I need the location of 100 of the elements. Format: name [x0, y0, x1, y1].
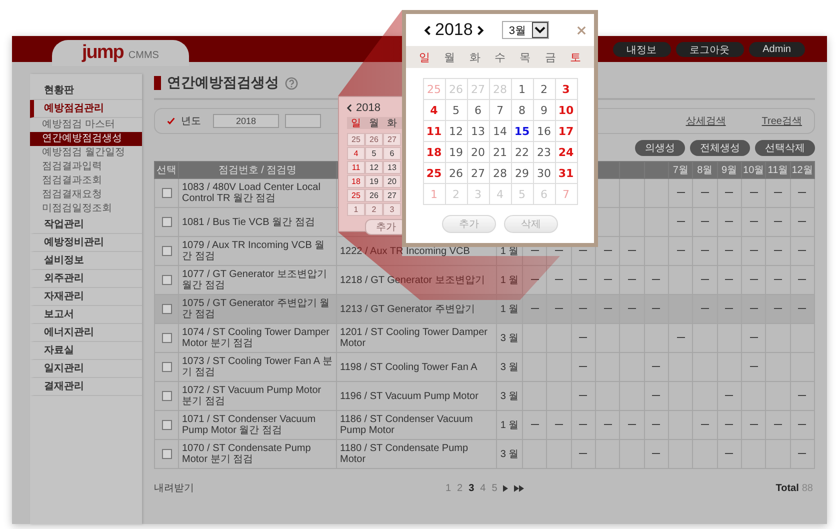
row-checkbox[interactable]: [162, 362, 172, 372]
calendar-day[interactable]: 30: [534, 163, 556, 184]
sidebar-subitem[interactable]: 예방점검 마스터: [30, 118, 142, 132]
weekday-label: 일: [350, 117, 362, 130]
action-button[interactable]: 의생성: [635, 140, 685, 156]
calendar-day[interactable]: 11: [424, 121, 446, 142]
calendar-day[interactable]: 8: [512, 100, 534, 121]
search-link[interactable]: 상세검색: [686, 114, 726, 128]
table-cell: 3 월: [496, 352, 522, 382]
year-input[interactable]: 2018: [213, 114, 279, 128]
calendar-day[interactable]: 26: [446, 163, 468, 184]
sidebar-item[interactable]: 에너지관리: [30, 324, 142, 342]
product-name: CMMS: [128, 50, 159, 61]
action-button[interactable]: 전체생성: [690, 140, 750, 156]
header-button[interactable]: Admin: [748, 42, 805, 56]
table-cell: 1073 / ST Cooling Tower Fan A 분기 점검: [178, 352, 336, 382]
next-year-icon[interactable]: [476, 24, 484, 36]
table-cell: 1079 / Aux TR Incoming VCB 월간 점검: [178, 236, 336, 266]
previous-year-icon[interactable]: [424, 24, 431, 36]
calendar-day: 6: [383, 146, 401, 160]
calendar-day[interactable]: 14: [490, 121, 512, 142]
calendar-day[interactable]: 31: [556, 163, 578, 184]
row-checkbox[interactable]: [162, 448, 172, 459]
sidebar-item[interactable]: 예방정비관리: [30, 234, 142, 252]
row-checkbox[interactable]: [162, 332, 172, 343]
calendar-day[interactable]: 22: [512, 142, 534, 163]
action-button[interactable]: 선택삭제: [755, 140, 815, 156]
sidebar-subitem[interactable]: 연간예방점검생성: [30, 132, 142, 146]
row-checkbox[interactable]: [162, 188, 172, 198]
sidebar-subitem[interactable]: 미점검일정조회: [30, 202, 142, 216]
chevron-down-icon[interactable]: [532, 22, 548, 38]
last-page-icon[interactable]: [514, 484, 524, 492]
calendar-day[interactable]: 15: [512, 121, 534, 142]
calendar-day[interactable]: 13: [468, 121, 490, 142]
calendar-day[interactable]: 7: [490, 100, 512, 121]
sidebar-item[interactable]: 자재관리: [30, 288, 142, 306]
input-field[interactable]: [285, 114, 321, 128]
calendar-day[interactable]: 2: [534, 79, 556, 100]
calendar-day[interactable]: 3: [556, 79, 578, 100]
row-checkbox[interactable]: [162, 216, 172, 227]
calendar-day[interactable]: 5: [446, 100, 468, 121]
calendar-day[interactable]: 10: [556, 100, 578, 121]
calendar-day[interactable]: 20: [468, 142, 490, 163]
sidebar-item[interactable]: 자료실: [30, 342, 142, 360]
calendar-day[interactable]: 17: [556, 121, 578, 142]
sidebar-item[interactable]: 외주관리: [30, 270, 142, 288]
calendar-day[interactable]: 16: [534, 121, 556, 142]
calendar-day[interactable]: 21: [490, 142, 512, 163]
row-checkbox[interactable]: [162, 246, 172, 256]
search-link[interactable]: Tree검색: [762, 114, 802, 128]
sidebar-item[interactable]: 설비정보: [30, 252, 142, 270]
weekday-label: 수: [494, 50, 506, 64]
table-cell: 1180 / ST Condensate Pump Motor: [336, 440, 496, 468]
download-link[interactable]: 내려받기: [154, 481, 194, 495]
table-cell: 3 월: [496, 440, 522, 468]
sidebar-subitem[interactable]: 점검결과조회: [30, 174, 142, 188]
calendar-day[interactable]: 1: [512, 79, 534, 100]
table-cell: 1074 / ST Cooling Tower Damper Motor 분기 점검: [178, 324, 336, 352]
check-icon: [167, 117, 175, 125]
calendar-day[interactable]: 9: [534, 100, 556, 121]
table-cell: 1083 / 480V Load Center Local Control TR 월간 점검: [178, 178, 336, 208]
calendar-day[interactable]: 6: [468, 100, 490, 121]
calendar-day[interactable]: 25: [424, 163, 446, 184]
weekday-label: 화: [386, 117, 398, 130]
calendar-day[interactable]: 18: [424, 142, 446, 163]
sidebar-subitem[interactable]: 점검결재요청: [30, 188, 142, 202]
calendar-day[interactable]: 12: [446, 121, 468, 142]
calendar-day[interactable]: 24: [556, 142, 578, 163]
calendar-day: 5: [365, 146, 383, 160]
row-checkbox[interactable]: [162, 390, 172, 401]
row-checkbox[interactable]: [162, 274, 172, 285]
calendar-day: 1: [347, 202, 365, 216]
header-button[interactable]: 내정보: [612, 42, 671, 56]
chevron-left-icon: [347, 104, 352, 112]
sidebar-item[interactable]: 결재관리: [30, 378, 142, 396]
help-icon[interactable]: [285, 76, 298, 90]
row-checkbox[interactable]: [162, 420, 172, 430]
calendar-day: 26: [365, 132, 383, 146]
calendar-day[interactable]: 23: [534, 142, 556, 163]
sidebar-subitem[interactable]: 예방점검 월간일정: [30, 146, 142, 160]
page-link[interactable]: 3: [468, 482, 474, 494]
sidebar-subitem[interactable]: 점검결과입력: [30, 160, 142, 174]
sidebar-item[interactable]: 예방점검관리: [30, 100, 142, 118]
calendar-day[interactable]: 4: [424, 100, 446, 121]
calendar-day[interactable]: 29: [512, 163, 534, 184]
row-checkbox[interactable]: [162, 304, 172, 314]
column-header: 10월: [741, 162, 766, 178]
weekday-label: 토: [570, 50, 581, 64]
sidebar-item[interactable]: 현황판: [30, 82, 142, 100]
calendar-day: 11: [347, 160, 365, 174]
calendar-day[interactable]: 28: [490, 163, 512, 184]
sidebar-item[interactable]: 일지관리: [30, 360, 142, 378]
month-select[interactable]: 3월: [502, 21, 549, 39]
calendar-day[interactable]: 19: [446, 142, 468, 163]
calendar-day[interactable]: 27: [468, 163, 490, 184]
header-button[interactable]: 로그아웃: [676, 42, 744, 56]
sidebar-item[interactable]: 작업관리: [30, 216, 142, 234]
close-icon[interactable]: [577, 26, 586, 34]
sidebar-item[interactable]: 보고서: [30, 306, 142, 324]
next-page-icon[interactable]: [503, 484, 508, 492]
